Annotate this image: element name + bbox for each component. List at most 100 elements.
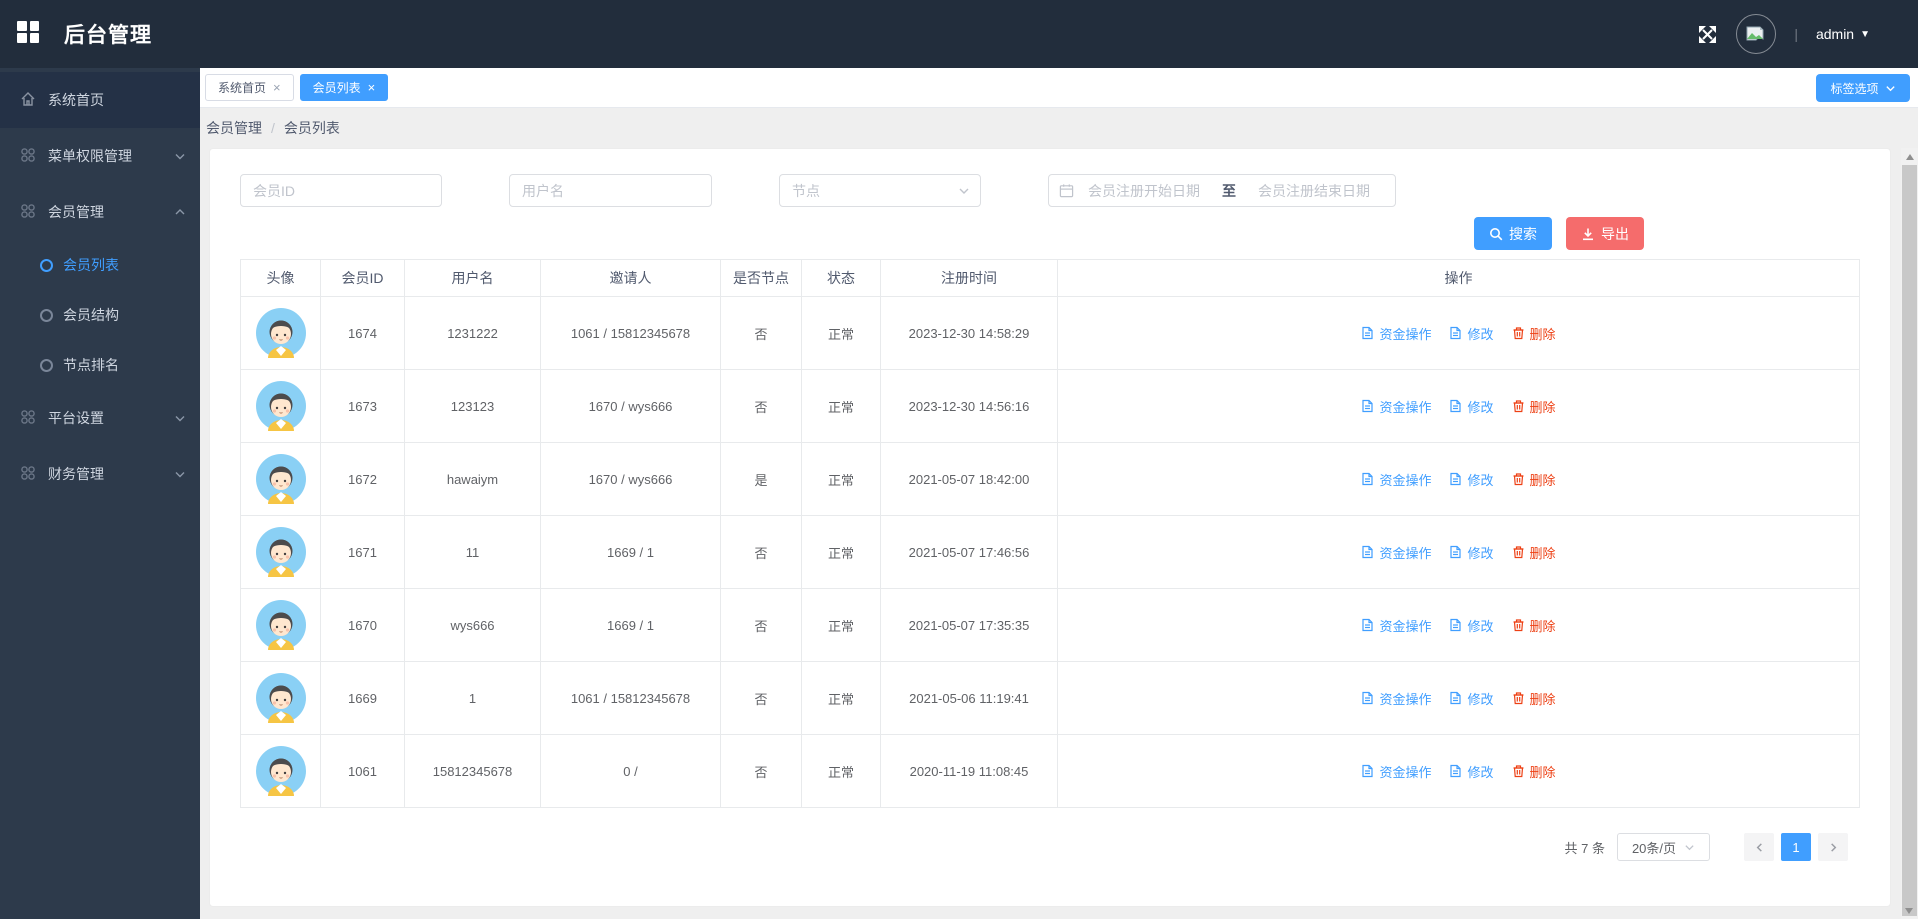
status-cell: 正常	[801, 661, 881, 735]
reg-time-cell: 2020-11-19 11:08:45	[880, 734, 1058, 808]
top-bar: 后台管理 | admin ▼	[0, 0, 1918, 68]
filter-actions: 搜索 导出	[210, 217, 1890, 250]
is-node-cell: 否	[720, 296, 802, 370]
document-icon	[1362, 326, 1374, 340]
prev-page-button[interactable]	[1744, 833, 1774, 861]
sidebar-item-member-structure[interactable]: 会员结构	[0, 290, 200, 340]
top-right-controls: | admin ▼	[1697, 14, 1918, 54]
scroll-down-arrow[interactable]	[1905, 908, 1913, 914]
scroll-up-arrow[interactable]	[1901, 148, 1918, 165]
fullscreen-icon[interactable]	[1697, 24, 1718, 45]
funds-action-link[interactable]: 资金操作	[1361, 762, 1431, 781]
sidebar-item-label: 节点排名	[63, 357, 119, 373]
member-id-input[interactable]	[240, 174, 442, 207]
page-1-button[interactable]: 1	[1781, 833, 1811, 861]
circle-icon	[40, 308, 53, 322]
trash-icon	[1513, 400, 1523, 413]
funds-action-link[interactable]: 资金操作	[1361, 324, 1431, 343]
document-icon	[1450, 472, 1462, 486]
member-avatar	[255, 527, 306, 577]
table-row: 1672 hawaiym 1670 / wys666 是 正常 2021-05-…	[240, 442, 1860, 516]
document-icon	[1450, 691, 1462, 705]
col-username: 用户名	[404, 259, 541, 297]
funds-action-link[interactable]: 资金操作	[1361, 543, 1431, 562]
funds-action-link[interactable]: 资金操作	[1361, 397, 1431, 416]
status-cell: 正常	[801, 734, 881, 808]
user-menu[interactable]: admin ▼	[1816, 26, 1870, 42]
download-icon	[1583, 228, 1593, 240]
search-button[interactable]: 搜索	[1474, 217, 1552, 250]
tag-options-button[interactable]: 标签选项	[1816, 74, 1910, 102]
sidebar-item-member-management[interactable]: 会员管理	[0, 184, 200, 240]
search-button-label: 搜索	[1509, 225, 1537, 242]
next-page-button[interactable]	[1818, 833, 1848, 861]
reg-time-cell: 2023-12-30 14:56:16	[880, 369, 1058, 443]
export-button[interactable]: 导出	[1566, 217, 1644, 250]
edit-action-link[interactable]: 修改	[1449, 397, 1494, 416]
calendar-icon	[1059, 184, 1074, 198]
member-id-cell: 1672	[320, 442, 405, 516]
table-row: 1674 1231222 1061 / 15812345678 否 正常 202…	[240, 296, 1860, 370]
separator: |	[1794, 26, 1798, 42]
sidebar-item-platform-settings[interactable]: 平台设置	[0, 390, 200, 446]
edit-action-link[interactable]: 修改	[1449, 324, 1494, 343]
scrollbar-thumb[interactable]	[1902, 165, 1917, 916]
sidebar-item-member-list[interactable]: 会员列表	[0, 240, 200, 290]
chevron-right-icon	[1830, 842, 1836, 852]
funds-action-link[interactable]: 资金操作	[1361, 689, 1431, 708]
funds-action-link[interactable]: 资金操作	[1361, 616, 1431, 635]
edit-action-link[interactable]: 修改	[1449, 543, 1494, 562]
circle-icon	[40, 358, 53, 372]
member-avatar	[255, 381, 306, 431]
chevron-left-icon	[1756, 842, 1762, 852]
col-member-id: 会员ID	[320, 259, 405, 297]
delete-action-link[interactable]: 删除	[1512, 397, 1556, 416]
delete-action-link[interactable]: 删除	[1512, 616, 1556, 635]
node-select[interactable]: 节点	[779, 174, 981, 207]
pagination: 共 7 条 20条/页 1	[210, 833, 1890, 861]
sidebar-item-node-ranking[interactable]: 节点排名	[0, 340, 200, 390]
delete-action-link[interactable]: 删除	[1512, 689, 1556, 708]
username-cell: wys666	[404, 588, 541, 662]
funds-action-link[interactable]: 资金操作	[1361, 470, 1431, 489]
edit-action-link[interactable]: 修改	[1449, 616, 1494, 635]
edit-action-link[interactable]: 修改	[1449, 762, 1494, 781]
register-date-range-input[interactable]: 会员注册开始日期 至 会员注册结束日期	[1048, 174, 1396, 207]
sidebar-item-label: 会员管理	[48, 204, 104, 220]
reg-time-cell: 2023-12-30 14:58:29	[880, 296, 1058, 370]
close-icon[interactable]: ×	[273, 81, 281, 94]
home-icon	[20, 91, 36, 110]
edit-action-link[interactable]: 修改	[1449, 470, 1494, 489]
status-cell: 正常	[801, 515, 881, 589]
search-icon	[1490, 227, 1503, 240]
delete-action-link[interactable]: 删除	[1512, 324, 1556, 343]
reg-time-cell: 2021-05-07 17:35:35	[880, 588, 1058, 662]
total-count: 共 7 条	[1564, 840, 1605, 856]
vertical-scrollbar[interactable]	[1901, 148, 1918, 919]
tab-member-list[interactable]: 会员列表 ×	[299, 74, 389, 101]
delete-action-link[interactable]: 删除	[1512, 762, 1556, 781]
sidebar-item-finance-management[interactable]: 财务管理	[0, 446, 200, 502]
member-id-cell: 1670	[320, 588, 405, 662]
main-area: 系统首页 × 会员列表 × 标签选项 会员管理 / 会员列表 会员ID 用户名 …	[200, 68, 1918, 919]
sidebar-item-menu-permissions[interactable]: 菜单权限管理	[0, 128, 200, 184]
delete-action-link[interactable]: 删除	[1512, 470, 1556, 489]
status-cell: 正常	[801, 296, 881, 370]
page-size-select[interactable]: 20条/页	[1617, 833, 1710, 861]
admin-app: 后台管理 | admin ▼ 系统首页 菜单权限管理 会员管理 会员列表 会员结…	[0, 0, 1918, 919]
circle-icon	[40, 258, 53, 272]
document-icon	[1450, 545, 1462, 559]
inviter-cell: 1670 / wys666	[540, 369, 721, 443]
delete-action-link[interactable]: 删除	[1512, 543, 1556, 562]
sidebar-item-home[interactable]: 系统首页	[0, 72, 200, 128]
chevron-down-icon	[174, 412, 186, 424]
export-button-label: 导出	[1601, 225, 1629, 242]
close-icon[interactable]: ×	[368, 81, 376, 94]
edit-action-link[interactable]: 修改	[1449, 689, 1494, 708]
user-avatar[interactable]	[1736, 14, 1777, 54]
breadcrumb-parent[interactable]: 会员管理	[206, 118, 262, 138]
status-cell: 正常	[801, 588, 881, 662]
username-input[interactable]	[509, 174, 712, 207]
username-cell: 15812345678	[404, 734, 541, 808]
tab-home[interactable]: 系统首页 ×	[205, 74, 294, 101]
